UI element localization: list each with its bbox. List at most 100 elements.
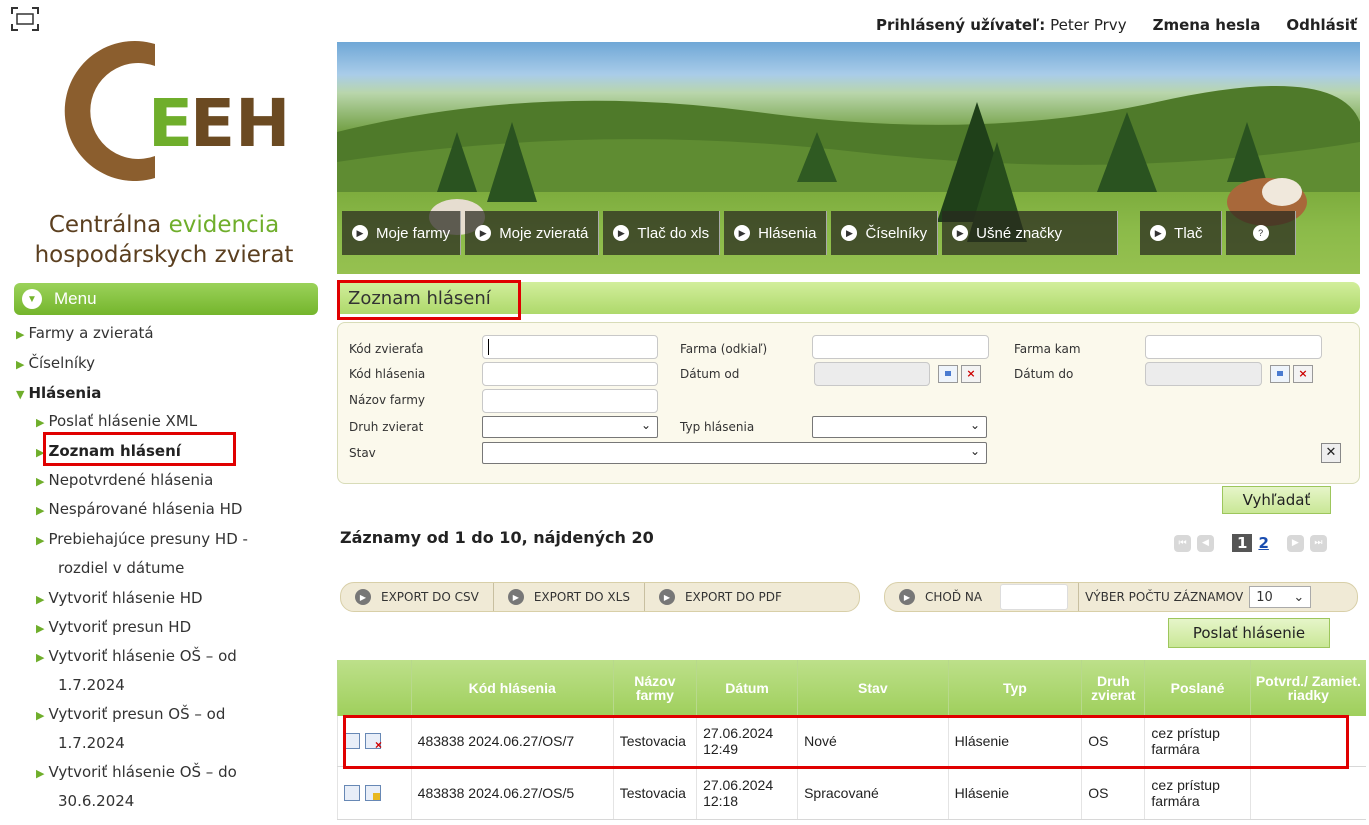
nav-moje-zvierata[interactable]: ▶ Moje zvieratá (465, 211, 600, 255)
nav-vytvorit-hlasenie-os-do-cont[interactable]: 30.6.2024 (58, 792, 134, 810)
nav-vytvorit-presun-os-od[interactable]: ▶ Vytvoriť presun OŠ – od (36, 705, 225, 723)
header-druh-zvierat[interactable]: Druh zvierat (1081, 660, 1145, 716)
nav-poslat-hlasenie-xml[interactable]: ▶ Poslať hlásenie XML (36, 412, 197, 430)
export-xls-button[interactable]: ▶ EXPORT DO XLS (494, 583, 645, 611)
nav-prebiehajuce[interactable]: ▶ Prebiehajúce presuny HD - (36, 530, 248, 548)
nav-vytvorit-hlasenie-os-do[interactable]: ▶ Vytvoriť hlásenie OŠ – do (36, 763, 237, 781)
input-kod-hlasenia[interactable] (482, 362, 658, 386)
cell-farma: Testovacia (612, 716, 697, 767)
ehz-logo: E EHZ (64, 40, 290, 181)
cell-potvrdene (1249, 716, 1366, 767)
logout-link[interactable]: Odhlásiť (1286, 16, 1357, 34)
label-datum-do: Dátum do (1014, 367, 1074, 381)
cell-druh: OS (1081, 766, 1145, 820)
nav-hlasenia-top[interactable]: ▶ Hlásenia (724, 211, 828, 255)
chevron-down-icon: ⌄ (1293, 589, 1305, 605)
cell-druh: OS (1081, 716, 1145, 767)
header-nazov-farmy[interactable]: Názov farmy (612, 660, 697, 716)
export-csv-button[interactable]: ▶ EXPORT DO CSV (341, 583, 494, 611)
arrow-circle-icon: ▶ (658, 589, 675, 605)
calendar-icon[interactable] (1270, 365, 1290, 383)
prev-page-icon[interactable]: ◀ (1197, 534, 1214, 552)
arrow-circle-icon: ▶ (613, 225, 630, 241)
user-name: Peter Prvy (1050, 16, 1127, 34)
input-farma-kam[interactable] (1145, 335, 1322, 359)
select-typ-hlasenia[interactable]: ⌄ (812, 416, 987, 438)
cell-farma: Testovacia (612, 766, 697, 820)
input-datum-do[interactable] (1145, 362, 1262, 386)
fullscreen-icon[interactable] (10, 6, 40, 32)
input-farma-odkial[interactable] (812, 335, 989, 359)
nav-tlac[interactable]: ▶ Tlač (1140, 211, 1223, 255)
nav-vytvorit-hlasenie-hd[interactable]: ▶ Vytvoriť hlásenie HD (36, 589, 203, 607)
menu-header-label: Menu (54, 289, 97, 308)
view-icon[interactable] (344, 733, 360, 750)
arrow-circle-icon: ▶ (899, 589, 915, 605)
top-bar: Prihlásený užívateľ: Peter Prvy Zmena he… (876, 16, 1357, 34)
pagination: ⏮ ◀ 1 2 ▶ ⏭ (1174, 534, 1327, 552)
nav-moje-farmy[interactable]: ▶ Moje farmy (342, 211, 462, 255)
per-page-select[interactable]: 10 ⌄ (1249, 586, 1312, 608)
goto-button[interactable]: ▶ CHOĎ NA (885, 583, 1080, 611)
clear-filter-icon[interactable]: ✕ (1321, 443, 1341, 463)
export-pdf-button[interactable]: ▶ EXPORT DO PDF (645, 583, 796, 611)
select-stav[interactable]: ⌄ (482, 442, 987, 464)
table-row[interactable]: 483838 2024.06.27/OS/7 Testovacia 27.06.… (337, 716, 1366, 767)
locked-icon[interactable] (365, 785, 381, 802)
label-farma-odkial: Farma (odkiaľ) (680, 342, 768, 356)
table-row[interactable]: 483838 2024.06.27/OS/5 Testovacia 27.06.… (337, 766, 1366, 820)
input-datum-od[interactable] (814, 362, 930, 386)
delete-icon[interactable] (365, 733, 382, 752)
label-druh-zvierat: Druh zvierat (349, 420, 424, 434)
nav-nepotvrdene[interactable]: ▶ Nepotvrdené hlásenia (36, 471, 213, 489)
nav-vytvorit-presun-hd[interactable]: ▶ Vytvoriť presun HD (36, 618, 191, 636)
nav-tlac-do-xls[interactable]: ▶ Tlač do xls (603, 211, 721, 255)
nav-farmy-a-zvierata[interactable]: ▶ Farmy a zvieratá (16, 324, 154, 342)
nav-usne-znacky[interactable]: ▶ Ušné značky (942, 211, 1119, 255)
nav-vytvorit-presun-os-od-cont[interactable]: 1.7.2024 (58, 734, 125, 752)
page-2[interactable]: 2 (1258, 534, 1268, 552)
change-password-link[interactable]: Zmena hesla (1153, 16, 1261, 34)
send-report-button[interactable]: Poslať hlásenie (1168, 618, 1330, 648)
header-stav[interactable]: Stav (797, 660, 949, 716)
nav-ciselniky-top[interactable]: ▶ Číselníky (831, 211, 939, 255)
nav-nesparovane[interactable]: ▶ Nespárované hlásenia HD (36, 500, 242, 518)
clear-date-icon[interactable]: × (961, 365, 981, 383)
menu-header[interactable]: ▼ Menu (14, 283, 318, 315)
header-poslane[interactable]: Poslané (1144, 660, 1251, 716)
nav-ciselniky[interactable]: ▶ Číselníky (16, 354, 95, 372)
arrow-right-icon: ▶ (36, 622, 45, 635)
cell-potvrdene (1249, 766, 1366, 820)
chevron-down-icon: ⌄ (969, 418, 980, 432)
search-button[interactable]: Vyhľadať (1222, 486, 1331, 514)
header-kod-hlasenia[interactable]: Kód hlásenia (410, 660, 614, 716)
nav-hlasenia[interactable]: ▼ Hlásenia (16, 384, 101, 402)
clear-date-icon[interactable]: × (1293, 365, 1313, 383)
export-toolbar: ▶ EXPORT DO CSV ▶ EXPORT DO XLS ▶ EXPORT DO… (340, 582, 860, 612)
nav-help[interactable]: ? (1226, 211, 1297, 255)
cell-poslane: cez prístup farmára (1144, 766, 1251, 820)
header-typ[interactable]: Typ (947, 660, 1082, 716)
header-potvrdene[interactable]: Potvrd./ Zamiet. riadky (1249, 660, 1366, 716)
view-icon[interactable] (344, 785, 360, 802)
caption-word-1: Centrálna (48, 212, 162, 238)
main-nav: ▶ Moje farmy ▶ Moje zvieratá ▶ Tlač do xls … (342, 211, 1297, 255)
input-nazov-farmy[interactable] (482, 389, 658, 413)
menu-toggle-icon: ▼ (22, 289, 42, 309)
input-kod-zvierata[interactable] (482, 335, 658, 359)
select-druh-zvierat[interactable]: ⌄ (482, 416, 658, 438)
caption-line-2: hospodárskych zvierat (34, 242, 294, 268)
cell-datum: 27.06.2024 12:49 (696, 716, 798, 767)
calendar-icon[interactable] (938, 365, 958, 383)
goto-input[interactable] (1000, 584, 1069, 610)
caption-word-2: evidencia (168, 212, 280, 238)
nav-prebiehajuce-cont[interactable]: rozdiel v dátume (58, 559, 184, 577)
last-page-icon[interactable]: ⏭ (1309, 534, 1327, 552)
first-page-icon[interactable]: ⏮ (1174, 534, 1191, 552)
nav-vytvorit-hlasenie-os-od-cont[interactable]: 1.7.2024 (58, 676, 125, 694)
next-page-icon[interactable]: ▶ (1286, 534, 1304, 552)
nav-vytvorit-hlasenie-os-od[interactable]: ▶ Vytvoriť hlásenie OŠ – od (36, 647, 237, 665)
records-summary: Záznamy od 1 do 10, nájdených 20 (340, 528, 654, 547)
arrow-right-icon: ▶ (36, 651, 45, 664)
header-datum[interactable]: Dátum (696, 660, 798, 716)
